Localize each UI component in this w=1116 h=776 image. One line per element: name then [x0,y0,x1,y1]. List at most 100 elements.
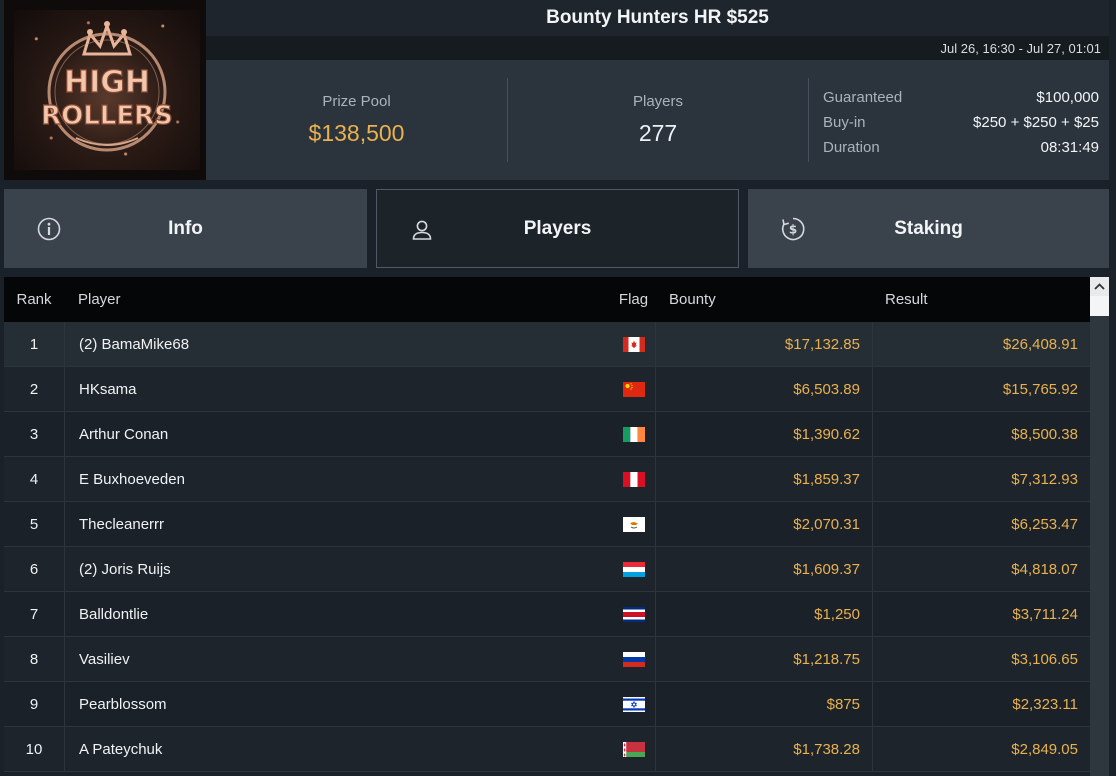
israel-flag-icon [612,696,655,712]
scroll-thumb[interactable] [1090,296,1109,316]
user-icon [409,217,435,243]
row-rank: 3 [29,425,39,443]
table-row[interactable]: 4 E Buxhoeveden $1,859.37 $7,312.93 [4,457,1090,502]
row-bounty: $875 [655,682,872,726]
svg-text:ROLLERS: ROLLERS [41,101,173,131]
guaranteed-row: Guaranteed $100,000 [823,85,1099,110]
vertical-scrollbar[interactable] [1090,277,1109,776]
table-row[interactable]: 8 Vasiliev $1,218.75 $3,106.65 [4,637,1090,682]
row-player-name[interactable]: (2) Joris Ruijs [64,547,612,591]
row-rank: 10 [25,740,43,758]
row-rank: 1 [29,335,39,353]
staking-icon: $ [780,216,806,242]
scroll-track[interactable] [1090,316,1109,776]
row-bounty: $1,859.37 [655,457,872,501]
costa-rica-flag-icon [612,606,655,622]
date-range: Jul 26, 16:30 - Jul 27, 01:01 [940,40,1101,56]
tab-info-label: Info [168,217,203,239]
row-player-name[interactable]: A Pateychuk [64,727,612,771]
row-player-name[interactable]: Balldontlie [64,592,612,636]
row-rank: 9 [29,695,39,713]
buyin-label: Buy-in [823,114,866,131]
row-bounty: $2,070.31 [655,502,872,546]
prize-pool-label: Prize Pool [322,93,391,110]
row-rank: 7 [29,605,39,623]
table-row[interactable]: 10 A Pateychuk $1,738.28 $2,849.05 [4,727,1090,772]
table-header: Rank Player Flag Bounty Result [4,277,1090,322]
peru-flag-icon [612,471,655,487]
row-player-name[interactable]: (2) BamaMike68 [64,322,612,366]
prize-pool-value: $138,500 [308,120,405,146]
players-stat: Players 277 [508,78,808,162]
row-bounty: $1,609.37 [655,547,872,591]
header-player[interactable]: Player [64,277,612,322]
row-result: $6,253.47 [872,502,1090,546]
high-rollers-logo: HIGH ROLLERS [4,0,206,180]
row-player-name[interactable]: HKsama [64,367,612,411]
stats-panel: Prize Pool $138,500 Players 277 Guarante… [206,60,1109,180]
table-body: 1 (2) BamaMike68 $17,132.85 $26,408.91 2 HKsa… [4,322,1090,772]
buyin-value: $250 + $250 + $25 [973,114,1099,131]
tournament-dates: Jul 26, 16:30 - Jul 27, 01:01 [206,36,1109,60]
row-result: $7,312.93 [872,457,1090,501]
row-result: $3,106.65 [872,637,1090,681]
belarus-flag-icon [612,741,655,757]
row-player-name[interactable]: Vasiliev [64,637,612,681]
row-bounty: $17,132.85 [655,322,872,366]
buyin-row: Buy-in $250 + $250 + $25 [823,110,1099,135]
duration-row: Duration 08:31:49 [823,135,1099,160]
tournament-lobby: HIGH ROLLERS Bounty Hunters HR $525 Jul … [0,0,1116,776]
divider [808,78,809,162]
high-rollers-crown-logo: HIGH ROLLERS [41,21,173,152]
china-flag-icon [612,381,655,397]
row-rank: 5 [29,515,39,533]
row-rank: 8 [29,650,39,668]
tab-info[interactable]: Info [4,189,367,268]
header-rank[interactable]: Rank [4,291,64,308]
table-row[interactable]: 9 Pearblossom $875 $2,323.11 [4,682,1090,727]
row-bounty: $6,503.89 [655,367,872,411]
row-result: $3,711.24 [872,592,1090,636]
players-value: 277 [638,120,678,146]
row-bounty: $1,738.28 [655,727,872,771]
info-icon [36,216,62,242]
row-result: $2,849.05 [872,727,1090,771]
tab-staking[interactable]: $ Staking [748,189,1109,268]
row-player-name[interactable]: Arthur Conan [64,412,612,456]
ireland-flag-icon [612,426,655,442]
players-label: Players [632,93,684,110]
row-result: $15,765.92 [872,367,1090,411]
row-result: $8,500.38 [872,412,1090,456]
luxembourg-flag-icon [612,561,655,577]
tab-players[interactable]: Players [376,189,739,268]
table-row[interactable]: 7 Balldontlie $1,250 $3,711.24 [4,592,1090,637]
duration-value: 08:31:49 [1040,139,1099,156]
header-result[interactable]: Result [872,277,1090,322]
cyprus-flag-icon [612,516,655,532]
scroll-up-arrow-icon[interactable] [1090,277,1109,296]
table-row[interactable]: 5 Thecleanerrr $2,070.31 $6,253.47 [4,502,1090,547]
row-player-name[interactable]: Pearblossom [64,682,612,726]
table-row[interactable]: 6 (2) Joris Ruijs $1,609.37 $4,818.07 [4,547,1090,592]
table-row[interactable]: 1 (2) BamaMike68 $17,132.85 $26,408.91 [4,322,1090,367]
svg-text:HIGH: HIGH [64,65,150,100]
guaranteed-value: $100,000 [1036,89,1099,106]
prize-pool-stat: Prize Pool $138,500 [206,78,507,162]
tournament-details: Guaranteed $100,000 Buy-in $250 + $250 +… [823,85,1099,160]
table-row[interactable]: 2 HKsama $6,503.89 $15,765.92 [4,367,1090,412]
svg-text:$: $ [789,223,797,237]
row-player-name[interactable]: Thecleanerrr [64,502,612,546]
row-player-name[interactable]: E Buxhoeveden [64,457,612,501]
tournament-title: Bounty Hunters HR $525 [206,0,1109,36]
header-bounty[interactable]: Bounty [655,277,872,322]
row-rank: 4 [29,470,39,488]
header-flag[interactable]: Flag [612,291,655,308]
tab-players-label: Players [523,217,592,239]
row-rank: 2 [29,380,39,398]
players-table: Rank Player Flag Bounty Result 1 (2) Bama… [4,277,1090,776]
row-result: $2,323.11 [872,682,1090,726]
row-bounty: $1,390.62 [655,412,872,456]
row-result: $26,408.91 [872,322,1090,366]
row-bounty: $1,250 [655,592,872,636]
table-row[interactable]: 3 Arthur Conan $1,390.62 $8,500.38 [4,412,1090,457]
